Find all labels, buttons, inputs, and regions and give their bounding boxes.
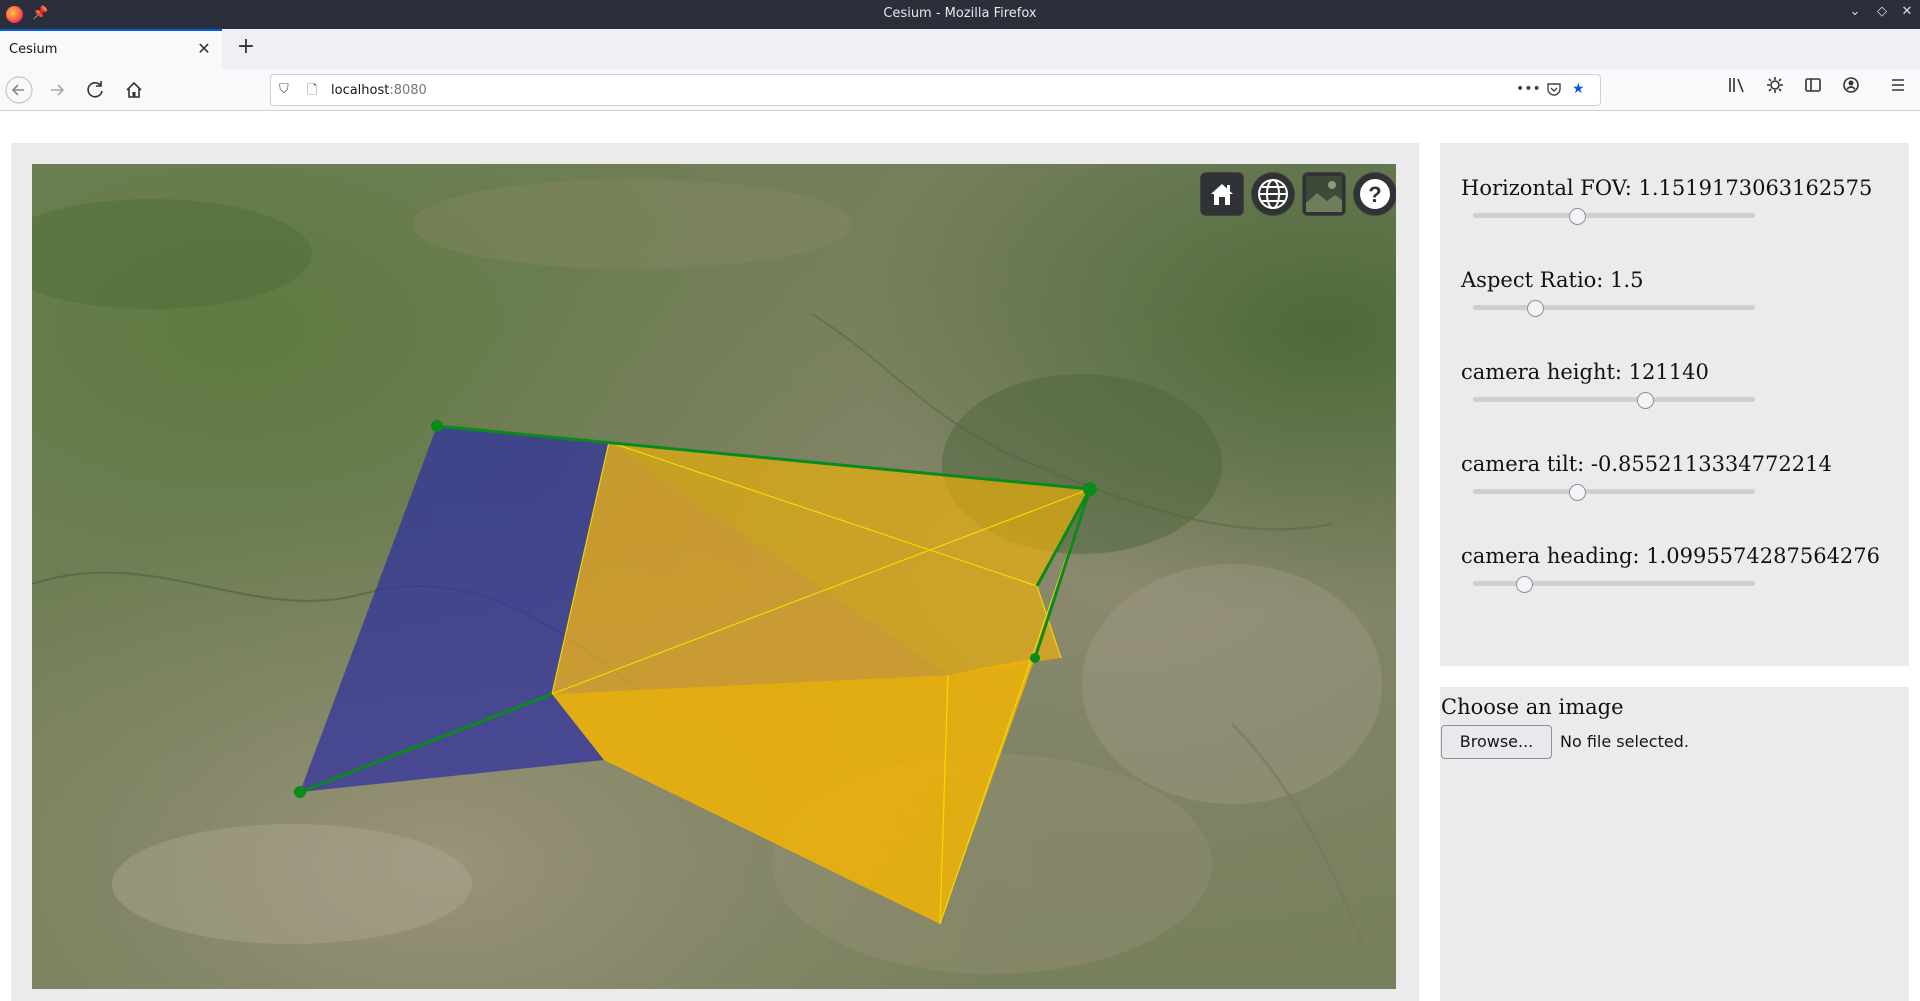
image-upload-area: Choose an image Browse... No file select… xyxy=(1440,687,1909,1001)
page-actions-icon[interactable]: ••• xyxy=(1516,81,1541,97)
page-info-icon[interactable]: 🗋 xyxy=(307,81,317,103)
base-layer-picker-button[interactable] xyxy=(1302,172,1346,216)
file-input-label: Choose an image xyxy=(1441,695,1624,719)
camera-controls-panel: Horizontal FOV: 1.1519173063162575 Aspec… xyxy=(1440,143,1909,666)
camera-tilt-control: camera tilt: -0.8552113334772214 xyxy=(1461,452,1832,501)
fov-control: Horizontal FOV: 1.1519173063162575 xyxy=(1461,176,1873,225)
forward-icon[interactable] xyxy=(42,75,72,105)
camera-tilt-label: camera tilt: -0.8552113334772214 xyxy=(1461,452,1832,476)
menu-icon[interactable] xyxy=(1883,75,1913,105)
account-icon[interactable] xyxy=(1836,75,1866,105)
cesium-container: ? xyxy=(11,143,1419,1001)
slider-track xyxy=(1473,489,1755,494)
scene-mode-button[interactable] xyxy=(1251,172,1295,216)
page-content: ? Horizontal FOV: 1.1519173063162575 Asp… xyxy=(0,112,1920,1001)
home-icon[interactable] xyxy=(119,75,149,105)
camera-heading-control: camera heading: 1.0995574287564276 xyxy=(1461,544,1881,593)
camera-height-label: camera height: 121140 xyxy=(1461,360,1709,384)
tab-close-icon[interactable]: ✕ xyxy=(194,39,214,58)
imagery-icon xyxy=(1306,176,1342,212)
camera-tilt-slider[interactable] xyxy=(1473,484,1755,501)
extension-gear-icon[interactable] xyxy=(1760,75,1790,105)
aspect-ratio-control: Aspect Ratio: 1.5 xyxy=(1461,268,1755,317)
url-text: localhost:8080 xyxy=(331,83,427,98)
tracking-protection-icon[interactable]: ⛉ xyxy=(279,82,289,97)
cesium-home-button[interactable] xyxy=(1200,172,1244,216)
tab-strip: Cesium ✕ + xyxy=(0,29,1920,69)
tab-cesium[interactable]: Cesium ✕ xyxy=(0,29,222,69)
slider-track xyxy=(1473,397,1755,402)
new-tab-icon[interactable]: + xyxy=(232,34,260,59)
slider-thumb[interactable] xyxy=(1637,392,1655,409)
slider-track xyxy=(1473,213,1755,218)
minimize-icon[interactable]: ⌄ xyxy=(1845,4,1865,19)
svg-text:?: ? xyxy=(1368,182,1381,207)
slider-thumb[interactable] xyxy=(1569,208,1587,225)
tab-label: Cesium xyxy=(9,42,58,57)
bookmark-star-icon[interactable]: ★ xyxy=(1572,81,1585,97)
cesium-viewer[interactable]: ? xyxy=(32,164,1396,989)
library-icon[interactable] xyxy=(1722,75,1752,105)
close-window-icon[interactable]: ✕ xyxy=(1897,4,1917,19)
url-host: localhost xyxy=(331,83,390,98)
navigation-help-button[interactable]: ? xyxy=(1353,172,1396,216)
browse-button[interactable]: Browse... xyxy=(1441,725,1552,759)
help-icon: ? xyxy=(1360,179,1390,209)
navigation-toolbar: ⛉ 🗋 localhost:8080 ••• ★ xyxy=(0,69,1920,111)
slider-track xyxy=(1473,305,1755,310)
home-icon xyxy=(1211,184,1233,205)
camera-height-slider[interactable] xyxy=(1473,392,1755,409)
camera-height-control: camera height: 121140 xyxy=(1461,360,1755,409)
fov-label: Horizontal FOV: 1.1519173063162575 xyxy=(1461,176,1873,200)
url-bar[interactable]: ⛉ 🗋 localhost:8080 ••• ★ xyxy=(270,74,1601,106)
window-titlebar: 📌 Cesium - Mozilla Firefox ⌄ ◇ ✕ xyxy=(0,0,1920,29)
camera-heading-slider[interactable] xyxy=(1473,576,1755,593)
fov-slider[interactable] xyxy=(1473,208,1755,225)
file-status: No file selected. xyxy=(1560,732,1689,751)
satellite-terrain-map xyxy=(32,164,1396,989)
back-icon[interactable] xyxy=(4,75,34,105)
camera-heading-label: camera heading: 1.0995574287564276 xyxy=(1461,544,1881,568)
slider-thumb[interactable] xyxy=(1527,300,1545,317)
aspect-ratio-label: Aspect Ratio: 1.5 xyxy=(1461,268,1644,292)
slider-thumb[interactable] xyxy=(1569,484,1587,501)
window-title: Cesium - Mozilla Firefox xyxy=(883,6,1037,21)
globe-icon xyxy=(1258,179,1288,209)
slider-thumb[interactable] xyxy=(1515,576,1533,593)
url-port: :8080 xyxy=(389,83,427,98)
restore-icon[interactable]: ◇ xyxy=(1872,4,1892,19)
sidebar-icon[interactable] xyxy=(1798,75,1828,105)
aspect-ratio-slider[interactable] xyxy=(1473,300,1755,317)
pocket-icon[interactable] xyxy=(1546,81,1562,101)
reload-icon[interactable] xyxy=(81,75,111,105)
